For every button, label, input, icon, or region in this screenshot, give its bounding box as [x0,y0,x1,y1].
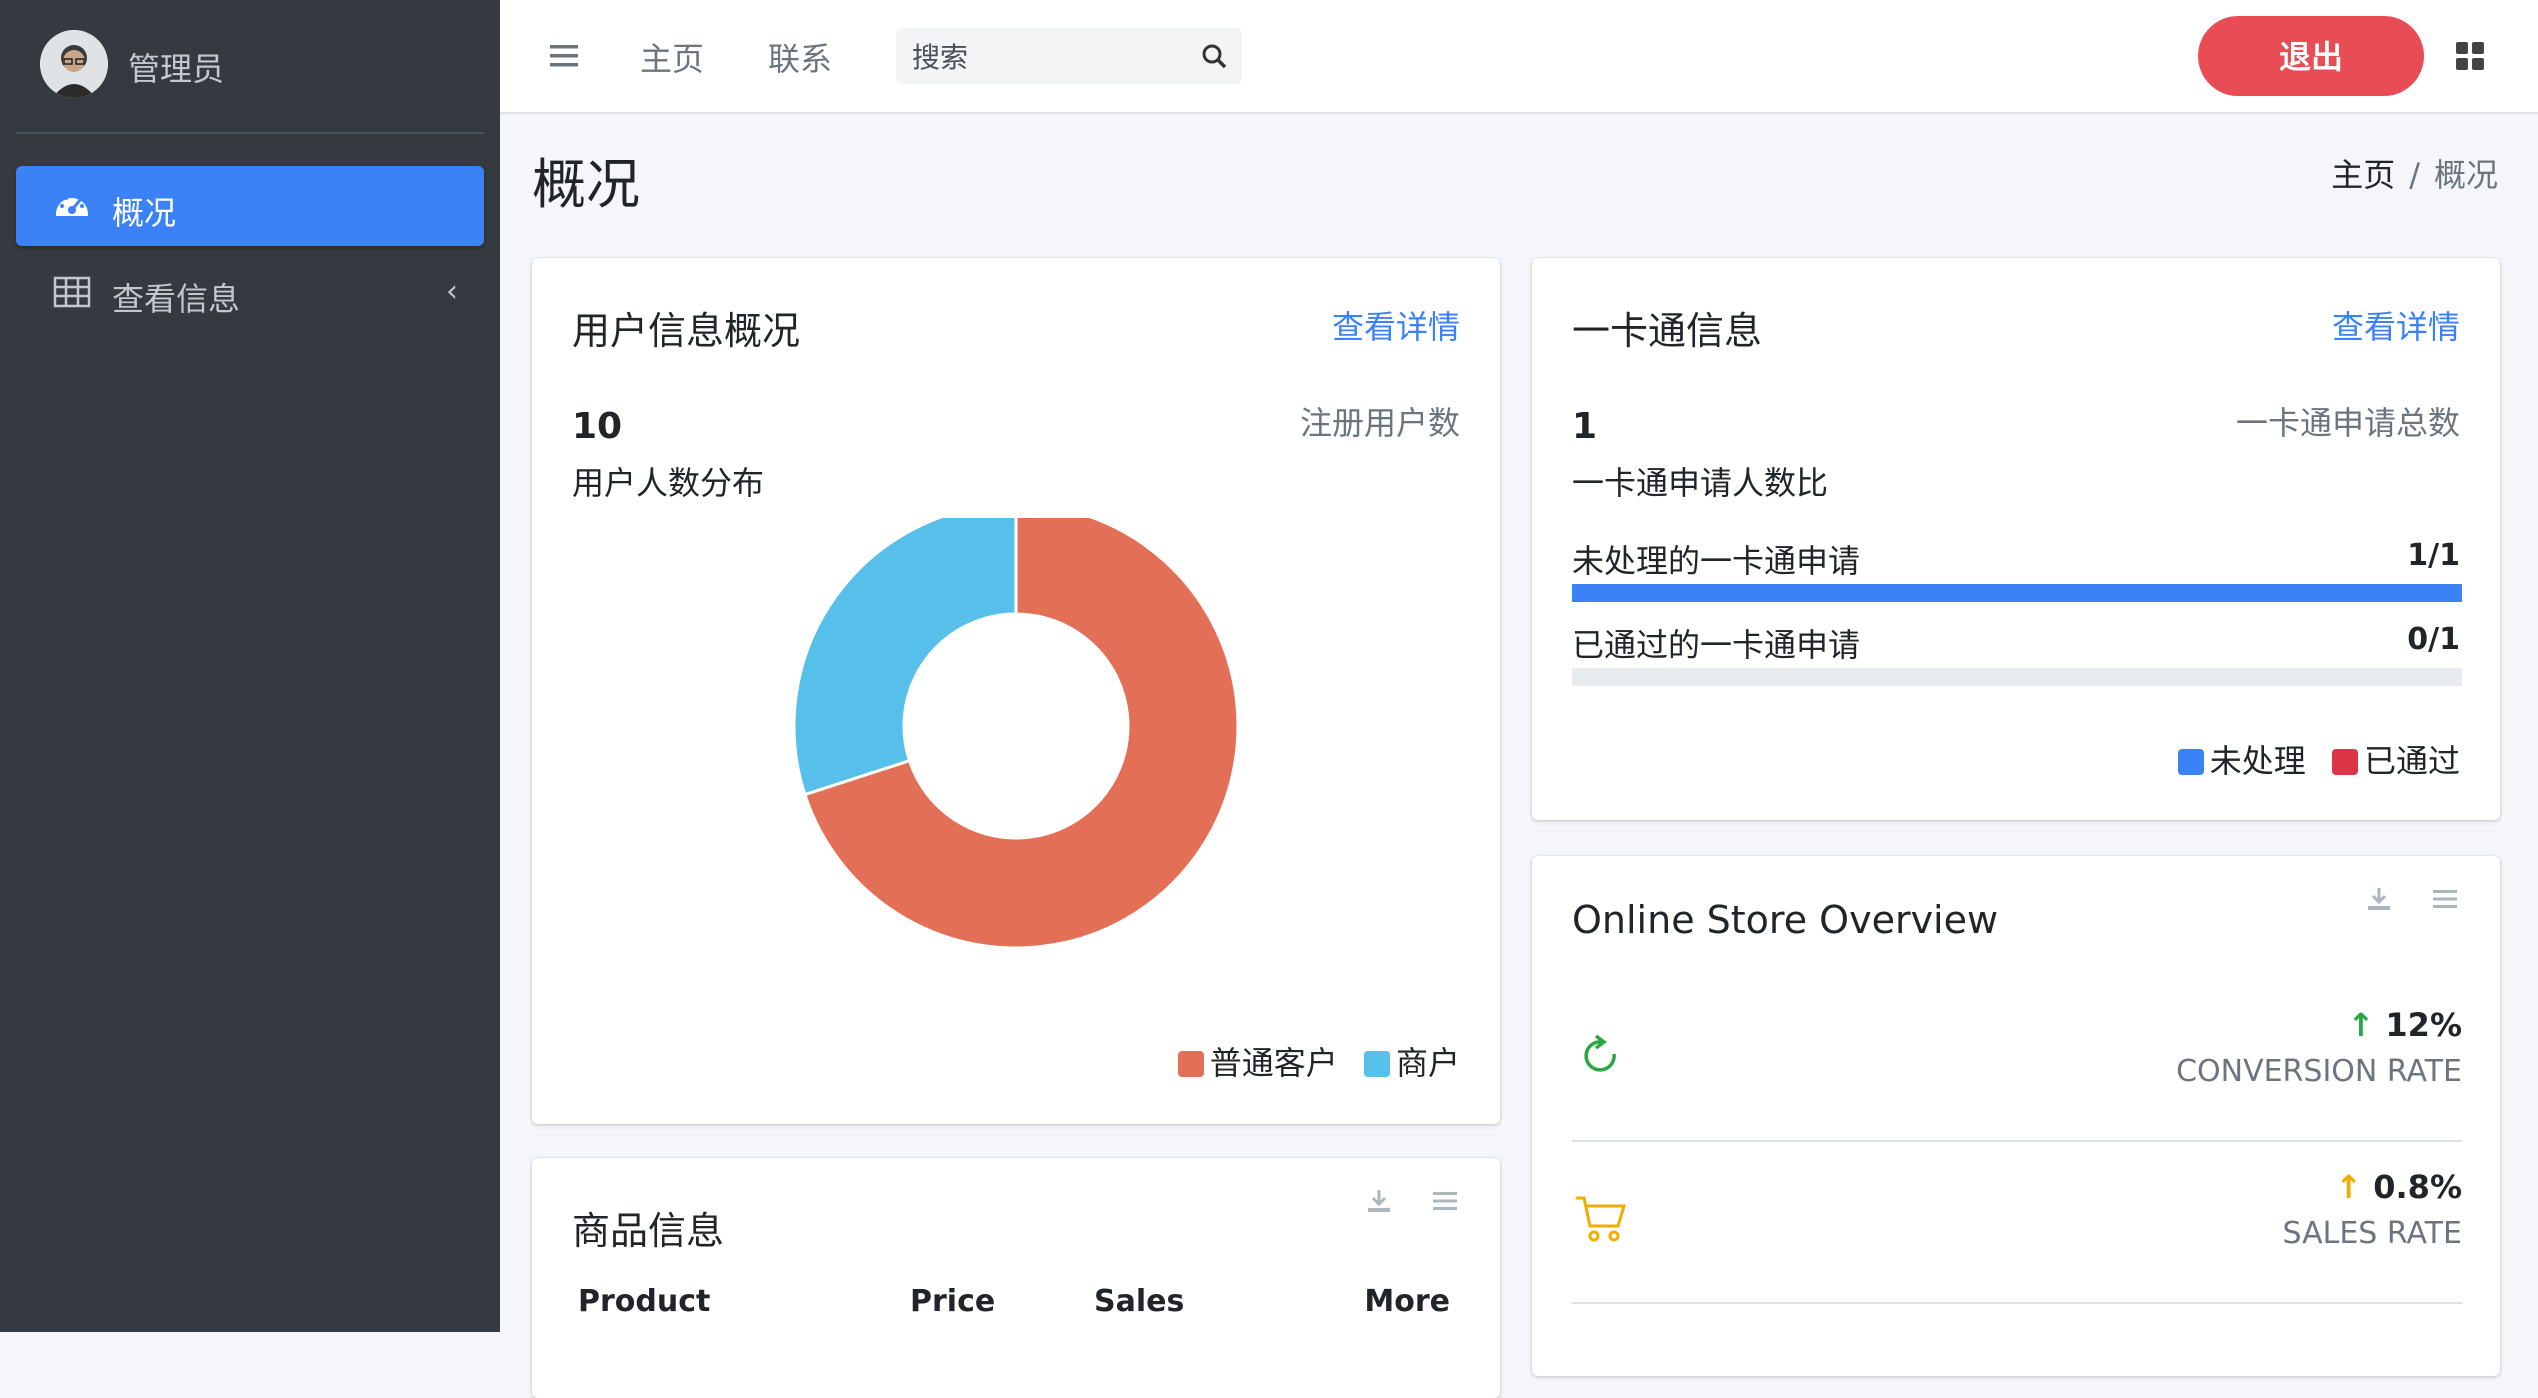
menu-icon[interactable] [1430,1186,1460,1216]
legend-swatch [1363,1051,1390,1077]
chart-legend: 普通客户 商户 [1162,1038,1460,1084]
donut-slice-1[interactable] [792,518,1018,797]
online-store-card: Online Store Overview ↑ 12% CONVERSION R… [1532,856,2500,1376]
logout-button[interactable]: 退出 [2198,16,2424,96]
dashboard-icon [56,196,88,216]
column-header-more[interactable]: More [1364,1284,1450,1319]
card-title: Online Store Overview [1572,898,1999,942]
sidebar: 管理员 概况 查看信息 ‹ [0,0,500,1332]
column-header-sales[interactable]: Sales [1094,1284,1184,1319]
card-info-card: 一卡通信息 查看详情 1 一卡通申请人数比 一卡通申请总数 未处理的一卡通申请 … [1532,258,2500,820]
sales-rate-label: SALES RATE [2282,1216,2462,1251]
legend-label: 未处理 [2209,742,2306,780]
card-title: 一卡通信息 [1572,309,1763,353]
sales-rate-number: 0.8% [2373,1168,2462,1206]
page-title: 概况 [532,153,640,216]
download-icon[interactable] [2364,884,2394,914]
arrow-up-icon: ↑ [2347,1006,2375,1044]
conversion-rate-value: ↑ 12% [2347,1006,2462,1044]
progress-bar-pending [1572,584,2462,602]
legend-item[interactable]: 已通过 [2331,742,2460,780]
legend-item[interactable]: 商户 [1363,1044,1460,1082]
sidebar-item-label: 查看信息 [112,280,241,318]
avatar[interactable] [40,30,108,98]
conversion-rate-label: CONVERSION RATE [2176,1054,2462,1089]
legend-label: 商户 [1395,1044,1460,1082]
menu-icon[interactable] [546,38,582,74]
search-box [896,28,1242,86]
progress-label-pending: 未处理的一卡通申请 [1572,542,1861,580]
sidebar-item-label: 概况 [112,194,177,232]
progress-bar-approved [1572,668,2462,686]
registered-user-label: 注册用户数 [1299,404,1460,442]
grid-icon[interactable] [2454,40,2486,72]
legend-item[interactable]: 普通客户 [1177,1044,1338,1082]
application-count: 1 [1572,406,1598,447]
menu-icon[interactable] [2430,884,2460,914]
cart-icon [1576,1196,1627,1242]
top-navbar: 主页 联系 退出 [500,0,2538,114]
card-title: 商品信息 [572,1209,725,1253]
store-row-conversion: ↑ 12% CONVERSION RATE [1572,978,2462,1142]
legend-swatch [2177,749,2204,775]
arrow-up-icon: ↑ [2335,1168,2363,1206]
application-total-label: 一卡通申请总数 [2235,404,2460,442]
sidebar-item-overview[interactable]: 概况 [16,166,484,246]
progress-value-pending: 1/1 [2407,538,2460,573]
user-panel: 管理员 [16,0,484,134]
legend-item[interactable]: 未处理 [2177,742,2306,780]
store-row-sales: ↑ 0.8% SALES RATE [1572,1140,2462,1304]
breadcrumb-home[interactable]: 主页 [2331,156,2395,194]
breadcrumb: 主页 / 概况 [2331,150,2498,196]
download-icon[interactable] [1364,1186,1394,1216]
progress-fill-pending [1572,584,2462,602]
user-distribution-label: 用户人数分布 [572,464,765,502]
user-donut-chart [792,518,1240,950]
card-info-legend: 未处理 已通过 [2162,736,2460,782]
registered-user-count: 10 [572,406,623,447]
column-header-product[interactable]: Product [578,1284,710,1319]
card-title: 用户信息概况 [572,309,801,353]
legend-swatch [2331,749,2358,775]
user-info-card: 用户信息概况 查看详情 10 用户人数分布 注册用户数 普通客户 商户 [532,258,1500,1124]
refresh-icon [1584,1034,1616,1072]
sidebar-item-view-info[interactable]: 查看信息 ‹ [16,252,484,332]
column-header-price[interactable]: Price [910,1284,995,1319]
table-icon [53,276,91,308]
sales-rate-value: ↑ 0.8% [2335,1168,2462,1206]
view-details-link[interactable]: 查看详情 [1332,302,1460,348]
user-name[interactable]: 管理员 [128,44,224,90]
chevron-left-icon: ‹ [446,274,458,309]
search-input[interactable] [910,28,1184,86]
legend-swatch [1177,1051,1204,1077]
conversion-rate-number: 12% [2385,1006,2462,1044]
legend-label: 普通客户 [1209,1044,1338,1082]
progress-label-approved: 已通过的一卡通申请 [1572,626,1861,664]
progress-value-approved: 0/1 [2407,622,2460,657]
products-card: 商品信息 Product Price Sales More [532,1158,1500,1398]
breadcrumb-current: 概况 [2433,156,2498,194]
search-icon[interactable] [1200,42,1228,70]
view-details-link[interactable]: 查看详情 [2332,302,2460,348]
application-ratio-label: 一卡通申请人数比 [1572,464,1829,502]
nav-link-contact[interactable]: 联系 [768,34,832,80]
breadcrumb-separator: / [2409,156,2420,194]
legend-label: 已通过 [2363,742,2460,780]
nav-link-home[interactable]: 主页 [640,34,704,80]
